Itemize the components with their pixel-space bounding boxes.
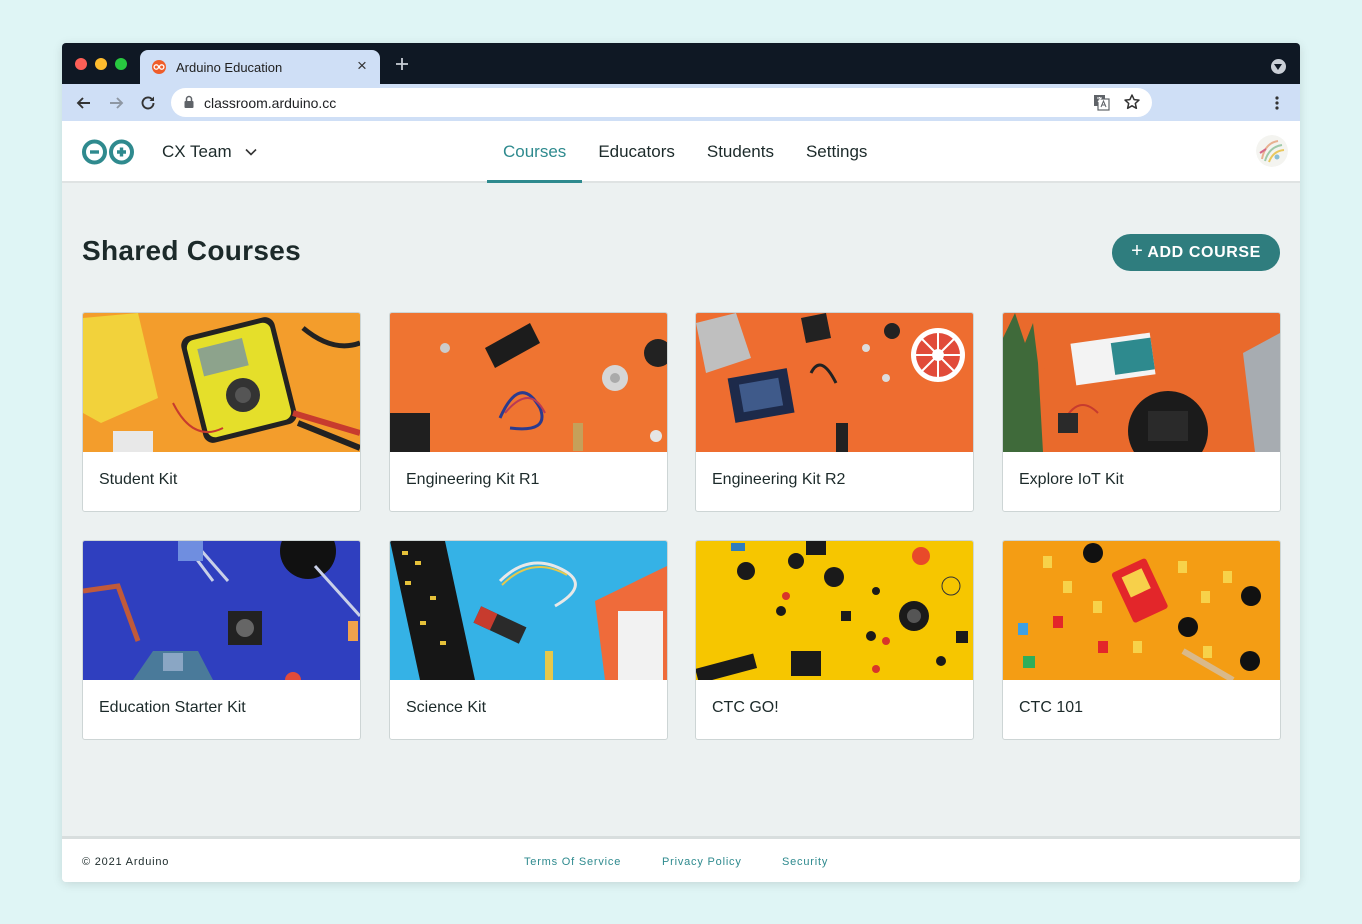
course-title: CTC 101: [1019, 699, 1084, 716]
browser-tab[interactable]: Arduino Education ×: [140, 50, 380, 84]
plus-icon: +: [1131, 240, 1144, 262]
close-tab-icon[interactable]: ×: [357, 57, 367, 74]
privacy-link[interactable]: Privacy Policy: [662, 856, 742, 868]
browser-menu-icon[interactable]: [1269, 95, 1285, 111]
address-bar[interactable]: classroom.arduino.cc: [171, 88, 1152, 117]
course-title: Student Kit: [99, 471, 178, 488]
nav-tab-courses[interactable]: Courses: [487, 121, 583, 183]
maximize-window-button[interactable]: [115, 58, 127, 70]
course-image: [83, 313, 360, 452]
bookmark-star-icon[interactable]: [1123, 93, 1141, 111]
course-card[interactable]: CTC 101: [1002, 540, 1281, 740]
course-title: Explore IoT Kit: [1019, 471, 1124, 488]
add-course-label: ADD COURSE: [1147, 243, 1261, 261]
copyright: © 2021 Arduino: [82, 856, 170, 868]
close-window-button[interactable]: [75, 58, 87, 70]
tab-search-icon[interactable]: [1271, 59, 1286, 74]
chevron-down-icon[interactable]: [244, 146, 258, 158]
forward-icon[interactable]: [106, 93, 126, 113]
tab-title: Arduino Education: [176, 60, 283, 75]
course-card[interactable]: Student Kit: [82, 312, 361, 512]
main-nav: Courses Educators Students Settings: [487, 121, 883, 183]
course-title: Science Kit: [406, 699, 487, 716]
new-tab-icon[interactable]: [393, 55, 411, 73]
course-image: [390, 313, 667, 452]
course-image: [83, 541, 360, 680]
reload-icon[interactable]: [138, 93, 158, 113]
course-card[interactable]: Engineering Kit R2: [695, 312, 974, 512]
course-title: CTC GO!: [712, 699, 779, 716]
course-card[interactable]: CTC GO!: [695, 540, 974, 740]
url-text: classroom.arduino.cc: [204, 95, 337, 111]
course-image: [1003, 541, 1280, 680]
page-title: Shared Courses: [82, 235, 301, 266]
minimize-window-button[interactable]: [95, 58, 107, 70]
main-content: Shared Courses + ADD COURSE Student Kit: [62, 183, 1300, 836]
arduino-favicon-icon: [152, 60, 166, 74]
translate-icon[interactable]: [1093, 94, 1110, 111]
tab-strip: Arduino Education ×: [62, 43, 1300, 84]
back-icon[interactable]: [74, 93, 94, 113]
nav-tab-settings[interactable]: Settings: [790, 121, 883, 181]
course-title: Engineering Kit R1: [406, 471, 540, 488]
footer: © 2021 Arduino Terms Of Service Privacy …: [62, 836, 1300, 882]
team-selector[interactable]: CX Team: [162, 142, 232, 162]
course-image: [390, 541, 667, 680]
course-image: [696, 541, 973, 680]
browser-window: Arduino Education × classroom.arduino.cc: [62, 43, 1300, 882]
course-title: Education Starter Kit: [99, 699, 246, 716]
course-card[interactable]: Engineering Kit R1: [389, 312, 668, 512]
course-card[interactable]: Explore IoT Kit: [1002, 312, 1281, 512]
terms-link[interactable]: Terms Of Service: [524, 856, 621, 868]
security-link[interactable]: Security: [782, 856, 828, 868]
arduino-logo[interactable]: [81, 139, 135, 165]
nav-tab-educators[interactable]: Educators: [582, 121, 691, 181]
course-card[interactable]: Education Starter Kit: [82, 540, 361, 740]
browser-toolbar: classroom.arduino.cc: [62, 84, 1300, 121]
lock-icon[interactable]: [183, 95, 195, 109]
add-course-button[interactable]: + ADD COURSE: [1112, 234, 1280, 271]
course-image: [1003, 313, 1280, 452]
course-image: [696, 313, 973, 452]
course-card[interactable]: Science Kit: [389, 540, 668, 740]
user-avatar[interactable]: [1256, 135, 1288, 167]
nav-tab-students[interactable]: Students: [691, 121, 790, 181]
course-title: Engineering Kit R2: [712, 471, 846, 488]
app-header: CX Team Courses Educators Students Setti…: [62, 121, 1300, 183]
